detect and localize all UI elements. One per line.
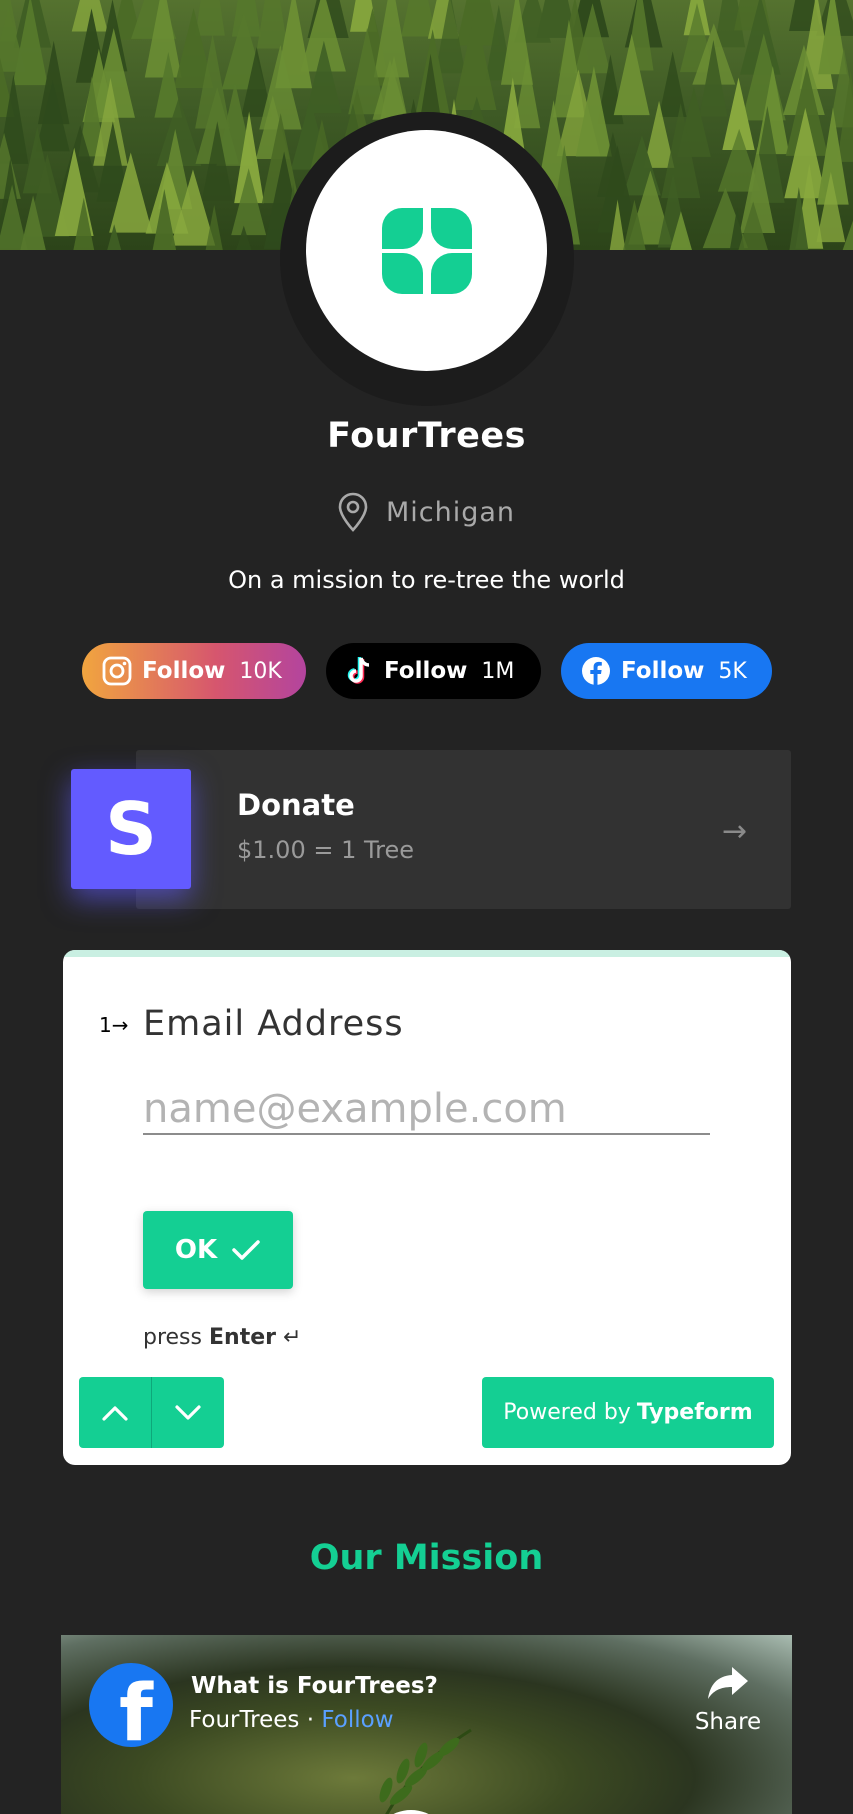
video-follow-link[interactable]: Follow [321,1707,393,1733]
enter-key-icon: ↵ [282,1325,302,1350]
typeform-brand: Typeform [636,1400,753,1425]
typeform-progress-bar [63,950,791,957]
profile-tagline: On a mission to re-tree the world [228,566,625,594]
question-navigation [79,1377,224,1448]
press-hint-key: Enter [209,1325,276,1350]
instagram-follow-label: Follow [142,658,226,684]
share-label: Share [694,1709,762,1735]
typeform-embed: 1→ Email Address OK press Enter ↵ Powere… [63,950,791,1465]
pine-tree-shape [658,51,687,118]
facebook-page-avatar[interactable]: f [89,1663,173,1747]
arrow-right-icon[interactable]: → [722,814,747,849]
stripe-logo-icon: S [71,769,191,889]
map-pin-icon [338,492,368,532]
instagram-follower-count: 10K [239,658,282,684]
avatar [306,130,547,371]
facebook-logo-icon: f [119,1669,153,1747]
facebook-follow-button[interactable]: Follow 5K [561,643,772,699]
chevron-up-icon [102,1405,128,1421]
donate-title: Donate [237,788,355,822]
pine-tree-shape [257,0,288,49]
tiktok-follower-count: 1M [481,658,515,684]
video-channel-line: FourTrees · Follow [189,1707,394,1733]
donate-card[interactable] [136,750,791,909]
tiktok-icon [347,657,370,684]
facebook-follower-count: 5K [718,658,747,684]
location-label: Michigan [385,496,516,528]
share-icon [708,1667,748,1699]
profile-location: Michigan [0,492,853,532]
tiktok-follow-label: Follow [384,658,468,684]
previous-question-button[interactable] [79,1377,152,1448]
instagram-icon [102,656,132,686]
fourtrees-logo-icon [381,207,472,294]
video-title: What is FourTrees? [191,1673,438,1699]
share-button[interactable]: Share [678,1663,778,1735]
video-channel-name: FourTrees [189,1707,300,1733]
chevron-down-icon [175,1404,201,1420]
video-thumbnail-leaf [379,1728,472,1814]
press-hint-text: press [143,1325,202,1350]
mission-heading: Our Mission [309,1538,544,1578]
video-separator: · [306,1707,315,1733]
checkmark-icon [232,1240,260,1260]
question-label: Email Address [143,1004,404,1044]
tiktok-follow-button[interactable]: Follow 1M [326,643,541,699]
question-number: 1→ [99,1013,129,1037]
email-field[interactable] [143,1085,710,1135]
next-question-button[interactable] [152,1377,224,1448]
press-enter-hint: press Enter ↵ [143,1325,301,1350]
facebook-video-embed[interactable]: f What is FourTrees? FourTrees · Follow … [61,1635,792,1814]
donate-subtitle: $1.00 = 1 Tree [237,836,414,864]
question-arrow-icon: → [111,1013,129,1037]
facebook-follow-label: Follow [621,658,705,684]
social-links: Follow 10K Follow 1M Follow 5K [0,643,853,699]
instagram-follow-button[interactable]: Follow 10K [82,643,306,699]
question-number-value: 1 [99,1013,112,1037]
ok-button-label: OK [174,1235,218,1265]
pine-tree-shape [195,0,225,36]
powered-by-text: Powered by [503,1400,631,1425]
ok-button[interactable]: OK [143,1211,293,1289]
facebook-icon [582,657,610,685]
profile-name: FourTrees [327,416,526,456]
powered-by-typeform-button[interactable]: Powered by Typeform [482,1377,774,1448]
